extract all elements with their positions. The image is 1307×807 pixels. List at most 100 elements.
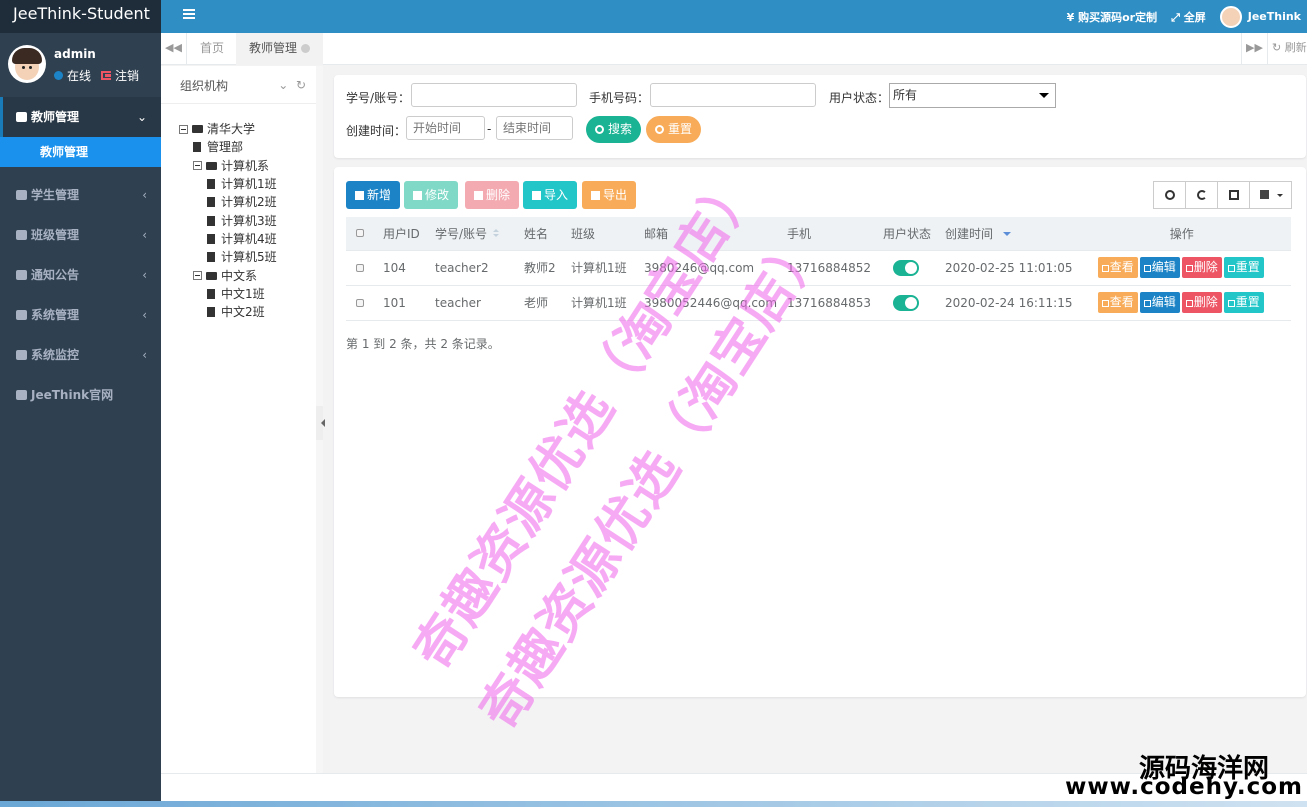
columns-button[interactable] xyxy=(1249,181,1292,209)
chevron-left-icon: ‹ xyxy=(142,188,147,202)
tree-node-label: 清华大学 xyxy=(207,122,256,137)
status-cell xyxy=(873,285,936,321)
edit-button[interactable]: 修改 xyxy=(404,181,459,209)
add-button[interactable]: 新增 xyxy=(346,181,401,209)
sidebar-item-class[interactable]: 班级管理 ‹ xyxy=(0,215,161,255)
top-username[interactable]: JeeThink xyxy=(1248,10,1301,23)
export-button[interactable]: 导出 xyxy=(582,181,637,209)
delete-row-button[interactable]: 删除 xyxy=(1181,292,1222,313)
collapse-handle-icon[interactable] xyxy=(316,406,325,440)
tree-node[interactable]: 中文1班 xyxy=(179,285,277,303)
tree-node[interactable]: 中文2班 xyxy=(179,303,277,321)
submenu-item-teacher[interactable]: 教师管理 xyxy=(0,137,161,167)
col-created[interactable]: 创建时间 xyxy=(935,217,1073,251)
refresh-label: 刷新 xyxy=(1284,41,1307,54)
end-time-input[interactable] xyxy=(496,116,573,140)
folder-open-icon xyxy=(192,125,203,134)
time-separator: - xyxy=(487,122,492,136)
reset-button[interactable]: 重置 xyxy=(646,116,702,143)
menu-toggle-icon[interactable] xyxy=(183,9,195,19)
tab-home[interactable]: 首页 xyxy=(187,33,237,65)
col-account[interactable]: 学号/账号 xyxy=(425,217,514,251)
row-checkbox[interactable] xyxy=(356,263,364,272)
plus-icon xyxy=(355,191,364,200)
reset-row-button[interactable]: 重置 xyxy=(1223,257,1264,278)
collapse-toggle-icon[interactable] xyxy=(193,161,202,171)
sidebar: JeeThink-Student admin 在线 注销 教师管理 ⌄ 教师管理… xyxy=(0,0,161,807)
reset-icon xyxy=(1227,265,1235,272)
sidebar-item-teacher[interactable]: 教师管理 ⌄ xyxy=(0,97,161,137)
edit-icon xyxy=(1143,300,1151,307)
app-brand: JeeThink-Student xyxy=(0,0,161,33)
toggle-search-button[interactable] xyxy=(1153,181,1186,209)
col-class[interactable]: 班级 xyxy=(561,217,634,251)
tabs-scroll-right-icon[interactable]: ▶▶ xyxy=(1241,33,1267,65)
tree-node[interactable]: 计算机1班 xyxy=(179,175,277,193)
tree-node[interactable]: 计算机系 xyxy=(179,157,277,175)
sidebar-item-student[interactable]: 学生管理 ‹ xyxy=(0,175,161,215)
file-icon xyxy=(207,233,215,244)
search-form: 学号/账号： 手机号码： 用户状态： 所有 创建时间： - 搜索 重置 xyxy=(334,75,1306,158)
status-select[interactable]: 所有 xyxy=(889,83,1056,108)
select-all-header[interactable] xyxy=(346,217,373,251)
import-button[interactable]: 导入 xyxy=(523,181,578,209)
logout-link[interactable]: 注销 xyxy=(115,67,139,84)
sidebar-item-monitor[interactable]: 系统监控 ‹ xyxy=(0,335,161,375)
start-time-input[interactable] xyxy=(406,116,485,140)
tree-node[interactable]: 清华大学 xyxy=(179,120,277,138)
refresh-icon[interactable]: ↻ xyxy=(296,78,306,92)
tab-teacher[interactable]: 教师管理 xyxy=(236,33,324,65)
view-row-button[interactable]: 查看 xyxy=(1097,257,1138,278)
table-row[interactable]: 101 teacher 老师 计算机1班 3980052446@qq.com 137168… xyxy=(346,285,1291,321)
phone-label: 手机号码： xyxy=(589,91,650,105)
file-icon xyxy=(207,307,215,318)
status-toggle[interactable] xyxy=(893,294,920,311)
tabs-scroll-left-icon[interactable]: ◀◀ xyxy=(161,33,187,65)
select-all-checkbox[interactable] xyxy=(356,229,364,238)
tree-node[interactable]: 计算机5班 xyxy=(179,248,277,266)
col-user-id[interactable]: 用户ID xyxy=(373,217,425,251)
top-avatar[interactable] xyxy=(1219,5,1242,28)
edit-row-button[interactable]: 编辑 xyxy=(1139,257,1180,278)
col-name[interactable]: 姓名 xyxy=(514,217,561,251)
tab-close-icon[interactable] xyxy=(301,44,311,53)
sort-desc-icon xyxy=(1003,232,1012,237)
sidebar-item-website[interactable]: JeeThink官网 xyxy=(0,375,161,415)
logout-icon[interactable] xyxy=(101,71,112,80)
tab-refresh-button[interactable]: ↻ 刷新 xyxy=(1267,33,1307,65)
bell-icon xyxy=(16,270,27,280)
panel-splitter[interactable] xyxy=(316,66,325,773)
sidebar-item-notice[interactable]: 通知公告 ‹ xyxy=(0,255,161,295)
fullscreen-link[interactable]: ⤢ 全屏 xyxy=(1171,9,1206,25)
row-checkbox[interactable] xyxy=(356,298,364,307)
edit-row-button[interactable]: 编辑 xyxy=(1139,292,1180,313)
buy-source-link[interactable]: ¥ 购买源码or定制 xyxy=(1067,9,1157,25)
toggle-view-button[interactable] xyxy=(1217,181,1250,209)
cell-class: 计算机1班 xyxy=(561,250,634,286)
edit-icon xyxy=(413,191,422,200)
tree-node[interactable]: 计算机2班 xyxy=(179,193,277,211)
delete-row-button[interactable]: 删除 xyxy=(1181,257,1222,278)
tree-node[interactable]: 计算机4班 xyxy=(179,230,277,248)
chevron-left-icon: ‹ xyxy=(142,308,147,322)
table-refresh-button[interactable] xyxy=(1185,181,1218,209)
chevron-left-icon: ‹ xyxy=(142,268,147,282)
avatar[interactable] xyxy=(8,45,46,83)
collapse-toggle-icon[interactable] xyxy=(179,124,188,134)
tree-node[interactable]: 计算机3班 xyxy=(179,211,277,229)
status-toggle[interactable] xyxy=(893,259,920,276)
reset-row-button[interactable]: 重置 xyxy=(1223,292,1264,313)
tree-node[interactable]: 管理部 xyxy=(179,138,277,156)
account-input[interactable] xyxy=(411,83,577,107)
phone-input[interactable] xyxy=(650,83,816,107)
sidebar-item-system[interactable]: 系统管理 ‹ xyxy=(0,295,161,335)
search-button[interactable]: 搜索 xyxy=(586,116,642,143)
view-row-button[interactable]: 查看 xyxy=(1097,292,1138,313)
tree-node[interactable]: 中文系 xyxy=(179,266,277,284)
collapse-toggle-icon[interactable] xyxy=(193,271,202,281)
delete-button[interactable]: 删除 xyxy=(465,181,520,209)
col-status[interactable]: 用户状态 xyxy=(873,217,936,251)
cell-account: teacher2 xyxy=(425,250,514,286)
action-label: 编辑 xyxy=(1151,295,1176,309)
chevron-down-icon[interactable]: ⌄ xyxy=(278,78,288,92)
